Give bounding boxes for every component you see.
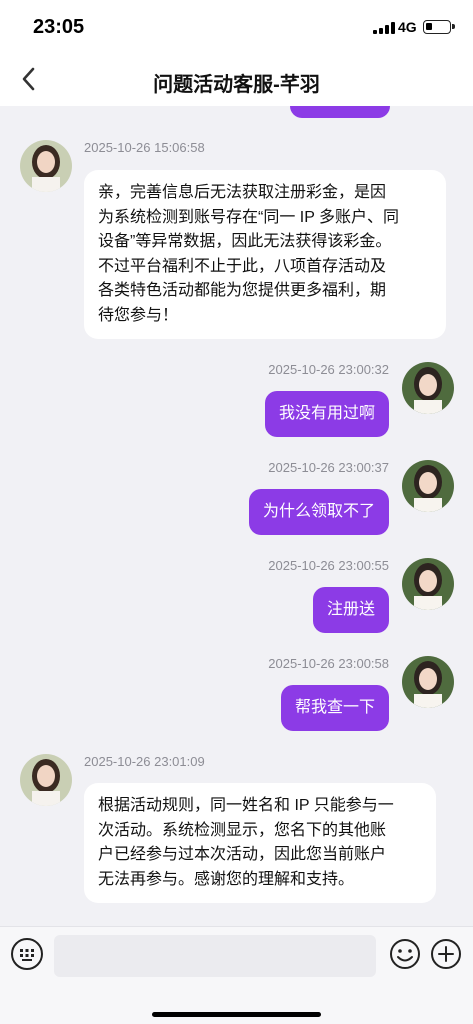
previous-message-bubble [290, 106, 390, 118]
outgoing-message-bubble[interactable]: 帮我查一下 [280, 685, 389, 731]
message-line: 户已经参与过本次活动，因此您当前账户 [98, 846, 387, 863]
avatar[interactable] [402, 362, 454, 414]
message-line: 为系统检测到账号存在“同一 IP 多账户、同 [98, 208, 400, 226]
message-timestamp: 2025-10-26 15:06:58 [84, 140, 205, 155]
outgoing-message-bubble[interactable]: 为什么领取不了 [248, 489, 389, 535]
message-input[interactable] [54, 935, 376, 977]
message-line: 待您参与！ [98, 306, 179, 324]
message-timestamp: 2025-10-26 23:00:55 [268, 558, 389, 573]
plus-icon [431, 939, 461, 969]
message-line: 设备”等异常数据，因此无法获得该彩金。 [98, 233, 392, 250]
message-line: 各类特色活动都能为您提供更多福利，期 [98, 282, 387, 299]
plus-button[interactable] [430, 938, 462, 970]
incoming-message-bubble[interactable]: 根据活动规则，同一姓名和 IP 只能参与一 次活动。系统检测显示，您名下的其他账… [84, 783, 436, 903]
avatar[interactable] [20, 754, 72, 806]
incoming-message-bubble[interactable]: 亲，完善信息后无法获取注册彩金，是因 为系统检测到账号存在“同一 IP 多账户、… [84, 170, 446, 339]
message-timestamp: 2025-10-26 23:01:09 [84, 754, 205, 769]
emoji-icon [390, 939, 420, 969]
emoji-button[interactable] [389, 938, 421, 970]
message-timestamp: 2025-10-26 23:00:32 [268, 362, 389, 377]
page-title: 问题活动客服-芊羽 [153, 74, 320, 96]
outgoing-message-bubble[interactable]: 注册送 [312, 587, 389, 633]
avatar[interactable] [402, 460, 454, 512]
message-timestamp: 2025-10-26 23:00:58 [268, 656, 389, 671]
home-indicator [152, 1012, 321, 1017]
avatar[interactable] [20, 140, 72, 192]
chat-area[interactable]: 2025-10-26 15:06:58 亲，完善信息后无法获取注册彩金，是因 为… [0, 106, 473, 926]
message-line: 次活动。系统检测显示，您名下的其他账 [98, 821, 387, 839]
nav-bar: 问题活动客服-芊羽 [0, 52, 473, 106]
message-line: 无法再参与。感谢您的理解和支持。 [98, 870, 355, 888]
battery-icon [423, 20, 455, 34]
outgoing-message-bubble[interactable]: 我没有用过啊 [264, 391, 389, 437]
message-line: 亲，完善信息后无法获取注册彩金，是因 [98, 184, 387, 201]
message-line: 不过平台福利不止于此，八项首存活动及 [98, 257, 387, 275]
keyboard-button[interactable] [11, 938, 43, 970]
status-time: 23:05 [33, 16, 85, 38]
input-bar [0, 926, 473, 1024]
avatar[interactable] [402, 656, 454, 708]
status-bar: 23:05 4G [0, 0, 473, 52]
keyboard-icon [20, 949, 34, 961]
message-timestamp: 2025-10-26 23:00:37 [268, 460, 389, 475]
signal-icon [373, 22, 395, 34]
network-type: 4G [398, 19, 417, 35]
avatar[interactable] [402, 558, 454, 610]
message-line: 根据活动规则，同一姓名和 IP 只能参与一 [98, 797, 394, 814]
